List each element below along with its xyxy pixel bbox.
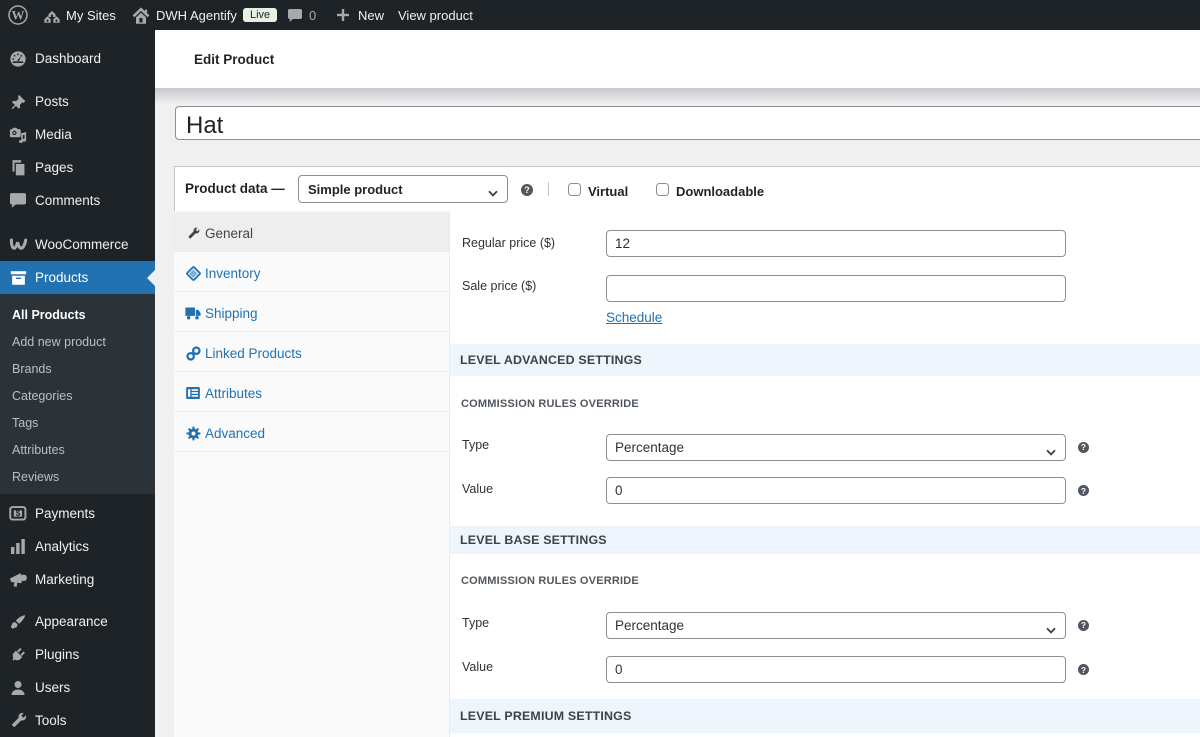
svg-text:$: $	[16, 509, 21, 518]
svg-text:W: W	[12, 7, 25, 22]
